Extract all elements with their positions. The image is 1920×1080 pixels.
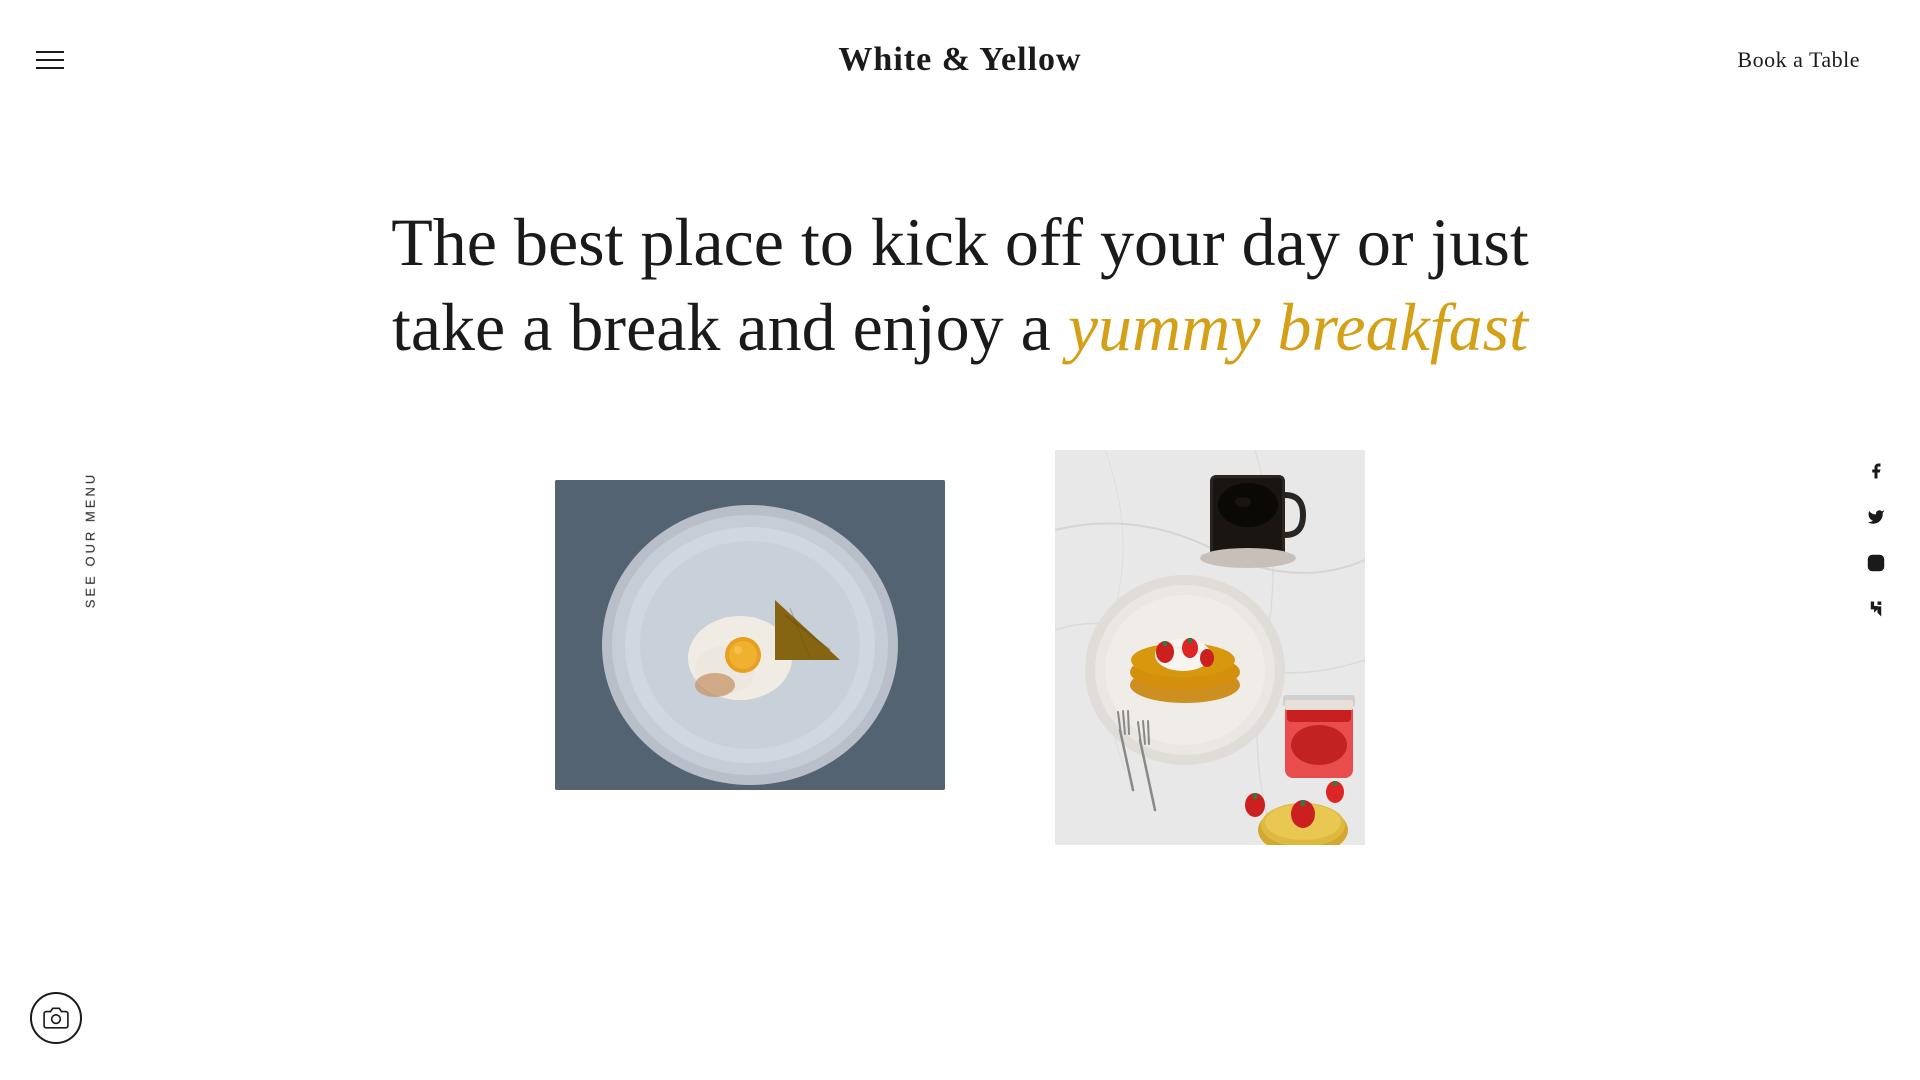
- main-content: The best place to kick off your day or j…: [0, 0, 1920, 845]
- hero-line1: The best place to kick off your day or j…: [391, 204, 1528, 280]
- facebook-icon[interactable]: [1864, 459, 1888, 483]
- food-image-1: [555, 480, 945, 790]
- hamburger-menu-button[interactable]: [36, 51, 64, 69]
- foursquare-icon[interactable]: [1864, 597, 1888, 621]
- site-title: White & Yellow: [838, 41, 1081, 79]
- social-icons-container: [1864, 459, 1888, 621]
- images-section: [0, 450, 1920, 845]
- food-image-2: [1055, 450, 1365, 845]
- hero-line2-highlight: yummy breakfast: [1068, 289, 1528, 365]
- book-table-link[interactable]: Book a Table: [1737, 47, 1860, 73]
- hero-section: The best place to kick off your day or j…: [0, 120, 1920, 430]
- camera-icon: [43, 1005, 69, 1031]
- twitter-icon[interactable]: [1864, 505, 1888, 529]
- camera-icon-button[interactable]: [30, 992, 82, 1044]
- hero-heading: The best place to kick off your day or j…: [200, 200, 1720, 370]
- hero-line2-normal: take a break and enjoy a: [392, 289, 1068, 365]
- header: White & Yellow Book a Table: [0, 0, 1920, 120]
- instagram-icon[interactable]: [1864, 551, 1888, 575]
